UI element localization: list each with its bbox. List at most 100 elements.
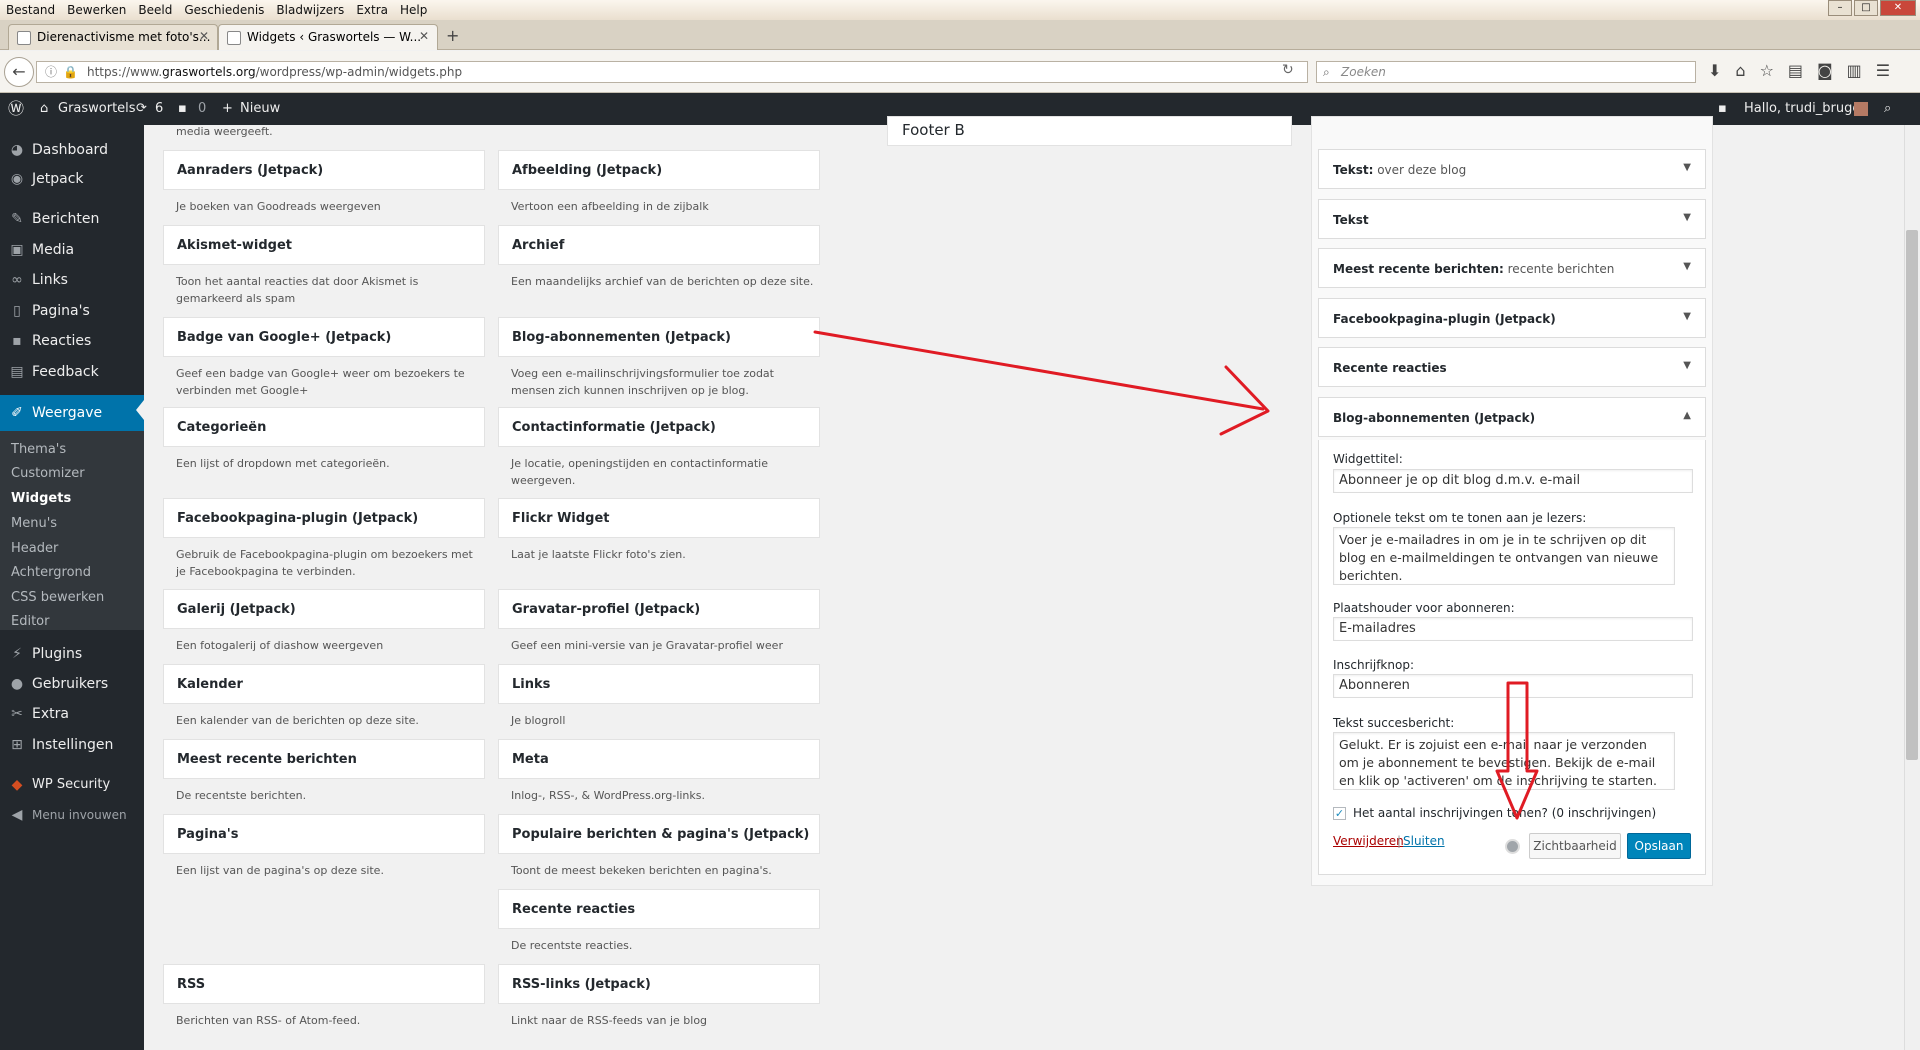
sidebar-item-gebruikers[interactable]: ● Gebruikers bbox=[0, 669, 144, 699]
sidebar-item-media[interactable]: ▣ Media bbox=[0, 235, 144, 265]
sidebar-widget[interactable]: Facebookpagina-plugin (Jetpack) ▼ bbox=[1318, 298, 1706, 338]
bookmark-star-icon[interactable]: ☆ bbox=[1760, 61, 1774, 80]
available-widget-title[interactable]: Facebookpagina-plugin (Jetpack) bbox=[163, 498, 485, 538]
back-arrow-icon[interactable]: ← bbox=[4, 57, 34, 87]
submenu-widgets[interactable]: Widgets bbox=[11, 489, 71, 509]
scrollbar-thumb[interactable] bbox=[1906, 230, 1918, 760]
chevron-down-icon[interactable]: ▼ bbox=[1683, 311, 1691, 322]
available-widget-title[interactable]: Flickr Widget bbox=[498, 498, 820, 538]
available-widget-title[interactable]: Links bbox=[498, 664, 820, 704]
available-widget-title[interactable]: Archief bbox=[498, 225, 820, 265]
menu-extra[interactable]: Extra bbox=[350, 0, 394, 20]
button-text-input[interactable]: Abonneren bbox=[1333, 674, 1693, 698]
wordpress-logo-icon[interactable]: Ⓦ bbox=[8, 93, 24, 125]
sidebar-item-instellingen[interactable]: ⊞ Instellingen bbox=[0, 730, 144, 760]
chevron-down-icon[interactable]: ▼ bbox=[1683, 212, 1691, 223]
submenu-themas[interactable]: Thema's bbox=[11, 440, 66, 460]
submenu-menus[interactable]: Menu's bbox=[11, 514, 57, 534]
available-widget-title[interactable]: Gravatar-profiel (Jetpack) bbox=[498, 589, 820, 629]
available-widget-title[interactable]: Blog-abonnementen (Jetpack) bbox=[498, 317, 820, 357]
widget-title-input[interactable]: Abonneer je op dit blog d.m.v. e-mail bbox=[1333, 469, 1693, 493]
updates-icon[interactable]: ⟳ bbox=[136, 93, 147, 125]
chevron-down-icon[interactable]: ▼ bbox=[1683, 360, 1691, 371]
reload-icon[interactable]: ↻ bbox=[1282, 62, 1294, 78]
hamburger-menu-icon[interactable]: ☰ bbox=[1876, 61, 1890, 80]
home-icon[interactable]: ⌂ bbox=[1735, 61, 1745, 80]
new-tab-icon[interactable]: + bbox=[446, 26, 459, 45]
optional-text-textarea[interactable]: Voer je e-mailadres in om je in te schri… bbox=[1333, 527, 1675, 585]
url-bar[interactable]: ⓘ 🔒 https://www.graswortels.org/wordpres… bbox=[36, 61, 1308, 83]
sidebar-collapse-menu[interactable]: ◀ Menu invouwen bbox=[0, 800, 144, 830]
available-widget-title[interactable]: Galerij (Jetpack) bbox=[163, 589, 485, 629]
sidebar-toggle-icon[interactable]: ▥ bbox=[1847, 61, 1862, 80]
admin-bar-new[interactable]: Nieuw bbox=[240, 93, 280, 125]
placeholder-input[interactable]: E-mailadres bbox=[1333, 617, 1693, 641]
notification-icon[interactable]: ▪ bbox=[1718, 93, 1727, 125]
close-tab-icon[interactable]: ✕ bbox=[199, 29, 209, 43]
available-widget-title[interactable]: RSS bbox=[163, 964, 485, 1004]
info-icon[interactable]: ⓘ bbox=[45, 62, 57, 82]
available-widget-title[interactable]: Afbeelding (Jetpack) bbox=[498, 150, 820, 190]
admin-bar-greeting[interactable]: Hallo, trudi_bruges bbox=[1744, 93, 1867, 125]
available-widget-title[interactable]: Kalender bbox=[163, 664, 485, 704]
browser-tab-widgets[interactable]: Widgets ‹ Graswortels — W... ✕ bbox=[218, 24, 438, 50]
submenu-header[interactable]: Header bbox=[11, 539, 58, 559]
sidebar-widget[interactable]: Recente reacties ▼ bbox=[1318, 347, 1706, 387]
sidebar-item-reacties[interactable]: ▪ Reacties bbox=[0, 326, 144, 356]
sidebar-item-feedback[interactable]: ▤ Feedback bbox=[0, 357, 144, 387]
show-count-checkbox[interactable]: ✓ bbox=[1333, 807, 1346, 820]
submenu-achtergrond[interactable]: Achtergrond bbox=[11, 563, 91, 583]
bookmarks-list-icon[interactable]: ▤ bbox=[1788, 61, 1803, 80]
menu-bewerken[interactable]: Bewerken bbox=[61, 0, 132, 20]
available-widget-title[interactable]: Aanraders (Jetpack) bbox=[163, 150, 485, 190]
menu-bestand[interactable]: Bestand bbox=[0, 0, 61, 20]
sidebar-item-berichten[interactable]: ✎ Berichten bbox=[0, 204, 144, 234]
sidebar-item-jetpack[interactable]: ◉ Jetpack bbox=[0, 164, 144, 194]
submenu-css-bewerken[interactable]: CSS bewerken bbox=[11, 588, 104, 608]
maximize-icon[interactable]: □ bbox=[1854, 0, 1878, 16]
close-widget-link[interactable]: Sluiten bbox=[1403, 834, 1445, 848]
sidebar-widget[interactable]: Meest recente berichten: recente bericht… bbox=[1318, 248, 1706, 288]
minimize-icon[interactable]: – bbox=[1828, 0, 1852, 16]
available-widget-title[interactable]: Recente reacties bbox=[498, 889, 820, 929]
sidebar-item-wp-security[interactable]: ◆ WP Security bbox=[0, 770, 144, 800]
browser-tab-dierenactivisme[interactable]: Dierenactivisme met foto's... ✕ bbox=[8, 24, 218, 50]
available-widget-title[interactable]: Badge van Google+ (Jetpack) bbox=[163, 317, 485, 357]
save-button[interactable]: Opslaan bbox=[1627, 833, 1691, 859]
close-tab-icon[interactable]: ✕ bbox=[419, 29, 429, 43]
available-widget-title[interactable]: Akismet-widget bbox=[163, 225, 485, 265]
footer-b-area[interactable]: Footer B bbox=[887, 116, 1292, 146]
delete-widget-link[interactable]: Verwijderen bbox=[1333, 834, 1404, 848]
sidebar-item-dashboard[interactable]: ◕ Dashboard bbox=[0, 135, 144, 165]
sidebar-item-extra[interactable]: ✂ Extra bbox=[0, 699, 144, 729]
sidebar-widget[interactable]: Tekst: over deze blog ▼ bbox=[1318, 149, 1706, 189]
menu-beeld[interactable]: Beeld bbox=[132, 0, 178, 20]
submenu-editor[interactable]: Editor bbox=[11, 612, 49, 632]
available-widget-title[interactable]: Meta bbox=[498, 739, 820, 779]
admin-bar-site-name[interactable]: Graswortels bbox=[58, 93, 136, 125]
close-window-icon[interactable]: ✕ bbox=[1880, 0, 1916, 16]
available-widget-title[interactable]: RSS-links (Jetpack) bbox=[498, 964, 820, 1004]
submenu-customizer[interactable]: Customizer bbox=[11, 464, 85, 484]
chevron-down-icon[interactable]: ▼ bbox=[1683, 261, 1691, 272]
sidebar-item-paginas[interactable]: ▯ Pagina's bbox=[0, 296, 144, 326]
menu-geschiedenis[interactable]: Geschiedenis bbox=[178, 0, 270, 20]
sidebar-item-links[interactable]: ∞ Links bbox=[0, 265, 144, 295]
available-widget-title[interactable]: Pagina's bbox=[163, 814, 485, 854]
search-bar[interactable]: ⌕ Zoeken bbox=[1316, 61, 1696, 83]
pocket-icon[interactable]: ◙ bbox=[1817, 61, 1833, 80]
visibility-button[interactable]: Zichtbaarheid bbox=[1529, 833, 1621, 859]
comment-icon[interactable]: ▪ bbox=[178, 93, 187, 125]
download-icon[interactable]: ⬇ bbox=[1708, 61, 1721, 80]
search-icon[interactable]: ⌕ bbox=[1884, 93, 1891, 125]
sidebar-item-weergave[interactable]: ✐ Weergave bbox=[0, 395, 144, 431]
sidebar-widget[interactable]: Tekst ▼ bbox=[1318, 199, 1706, 239]
available-widget-title[interactable]: Categorieën bbox=[163, 407, 485, 447]
menu-bladwijzers[interactable]: Bladwijzers bbox=[270, 0, 350, 20]
menu-help[interactable]: Help bbox=[394, 0, 433, 20]
chevron-down-icon[interactable]: ▼ bbox=[1683, 162, 1691, 173]
available-widget-title[interactable]: Meest recente berichten bbox=[163, 739, 485, 779]
available-widget-title[interactable]: Populaire berichten & pagina's (Jetpack) bbox=[498, 814, 820, 854]
avatar[interactable] bbox=[1854, 102, 1868, 116]
success-text-textarea[interactable]: Gelukt. Er is zojuist een e-mail naar je… bbox=[1333, 732, 1675, 790]
